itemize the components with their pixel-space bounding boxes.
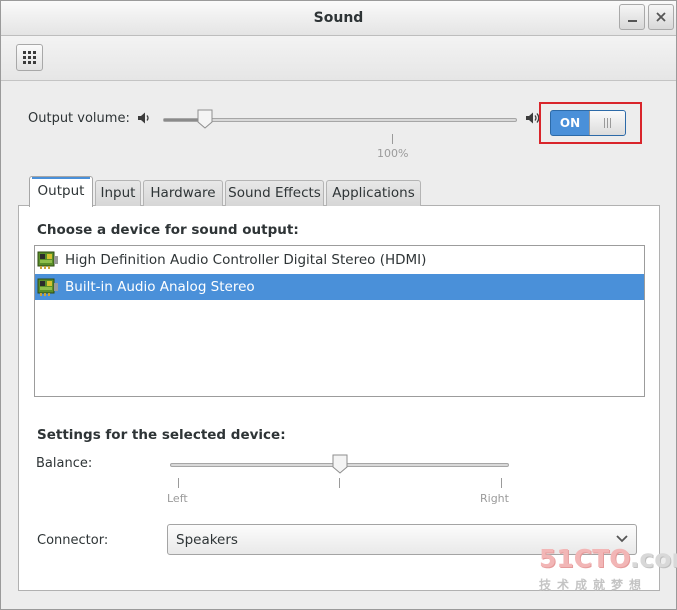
chevron-down-icon: [616, 535, 628, 543]
sound-window: Sound Output volume: 100% ON Output Inpu…: [0, 0, 677, 610]
minimize-icon: [627, 20, 637, 22]
watermark-tagline: 技术成就梦想: [539, 578, 648, 592]
title-bar[interactable]: Sound: [1, 1, 676, 36]
choose-device-heading: Choose a device for sound output:: [37, 222, 299, 238]
tab-applications[interactable]: Applications: [326, 180, 421, 206]
balance-label: Balance:: [36, 456, 93, 471]
close-button[interactable]: [648, 4, 674, 30]
grid-icon: [23, 51, 36, 64]
toolbar: [1, 36, 676, 81]
output-volume-label: Output volume:: [28, 111, 130, 126]
balance-left-label: Left: [167, 492, 188, 505]
device-label: Built-in Audio Analog Stereo: [65, 279, 255, 295]
close-icon: [656, 12, 666, 22]
balance-right-label: Right: [480, 492, 509, 505]
all-settings-button[interactable]: [16, 44, 43, 71]
balance-left-tick: [178, 478, 179, 488]
tab-sound-effects[interactable]: Sound Effects: [225, 180, 324, 206]
audio-card-icon: [37, 278, 58, 296]
watermark: 51CTO.com 技术成就梦想: [539, 546, 677, 593]
switch-handle: [589, 111, 625, 135]
tab-output[interactable]: Output: [29, 176, 93, 207]
list-item[interactable]: High Definition Audio Controller Digital…: [35, 247, 644, 273]
window-title: Sound: [313, 10, 364, 26]
tab-hardware[interactable]: Hardware: [143, 180, 223, 206]
volume-100-tick: [392, 134, 393, 144]
output-device-list[interactable]: High Definition Audio Controller Digital…: [34, 245, 645, 397]
balance-right-tick: [501, 478, 502, 488]
settings-heading: Settings for the selected device:: [37, 427, 286, 443]
connector-value: Speakers: [176, 532, 238, 548]
list-item-selected[interactable]: Built-in Audio Analog Stereo: [35, 274, 644, 300]
output-mute-switch[interactable]: ON: [550, 110, 626, 136]
minimize-button[interactable]: [619, 4, 645, 30]
switch-on-label: ON: [559, 116, 581, 130]
connector-label: Connector:: [37, 533, 109, 548]
output-volume-slider[interactable]: [163, 118, 517, 122]
watermark-brand: 51CTO.com: [539, 544, 677, 573]
volume-slider-knob[interactable]: [197, 109, 213, 129]
volume-100-label: 100%: [377, 147, 409, 160]
balance-slider-knob[interactable]: [332, 454, 348, 474]
balance-center-tick: [339, 478, 340, 488]
device-label: High Definition Audio Controller Digital…: [65, 252, 427, 268]
tab-input[interactable]: Input: [95, 180, 141, 206]
speaker-low-icon: [138, 112, 149, 124]
audio-card-icon: [37, 251, 58, 269]
